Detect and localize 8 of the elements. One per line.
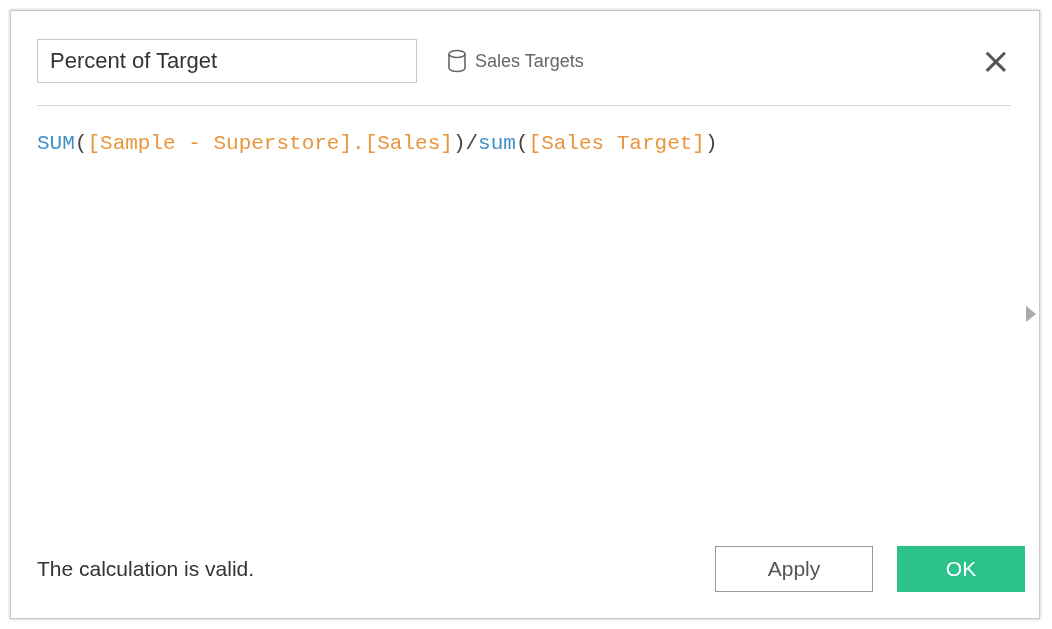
data-source-label: Sales Targets xyxy=(475,50,584,72)
validation-message: The calculation is valid. xyxy=(37,557,256,581)
calculation-name-field[interactable]: Percent of Target xyxy=(37,39,417,83)
database-icon xyxy=(447,49,467,73)
close-button[interactable]: × xyxy=(980,43,1011,79)
apply-button[interactable]: Apply xyxy=(715,546,873,592)
expand-arrow-icon[interactable] xyxy=(1025,305,1037,323)
formula-text[interactable]: SUM([Sample - Superstore].[Sales])/sum([Sales Target]) xyxy=(37,132,718,155)
